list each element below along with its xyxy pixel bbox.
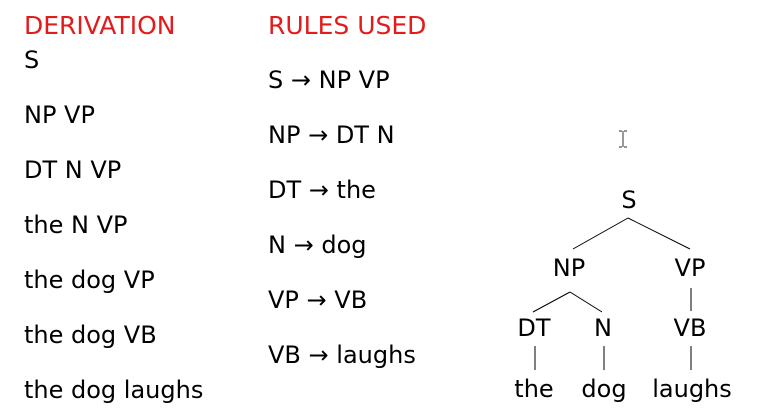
parse-tree-edges [532, 217, 692, 370]
tree-node-n: N [594, 314, 612, 342]
tree-node-vb: VB [673, 314, 707, 342]
edge-s-vp [627, 217, 691, 250]
tree-node-dt: DT [517, 314, 551, 342]
edge-s-np [572, 217, 629, 250]
tree-node-np: NP [552, 254, 586, 282]
tree-leaf-laughs: laughs [652, 375, 732, 403]
tree-node-s: S [621, 186, 637, 214]
tree-leaf-dog: dog [581, 375, 627, 403]
edge-np-dt [532, 291, 571, 313]
edge-np-n [569, 291, 603, 313]
tree-leaf-the: the [514, 375, 554, 403]
tree-node-vp: VP [674, 254, 706, 282]
